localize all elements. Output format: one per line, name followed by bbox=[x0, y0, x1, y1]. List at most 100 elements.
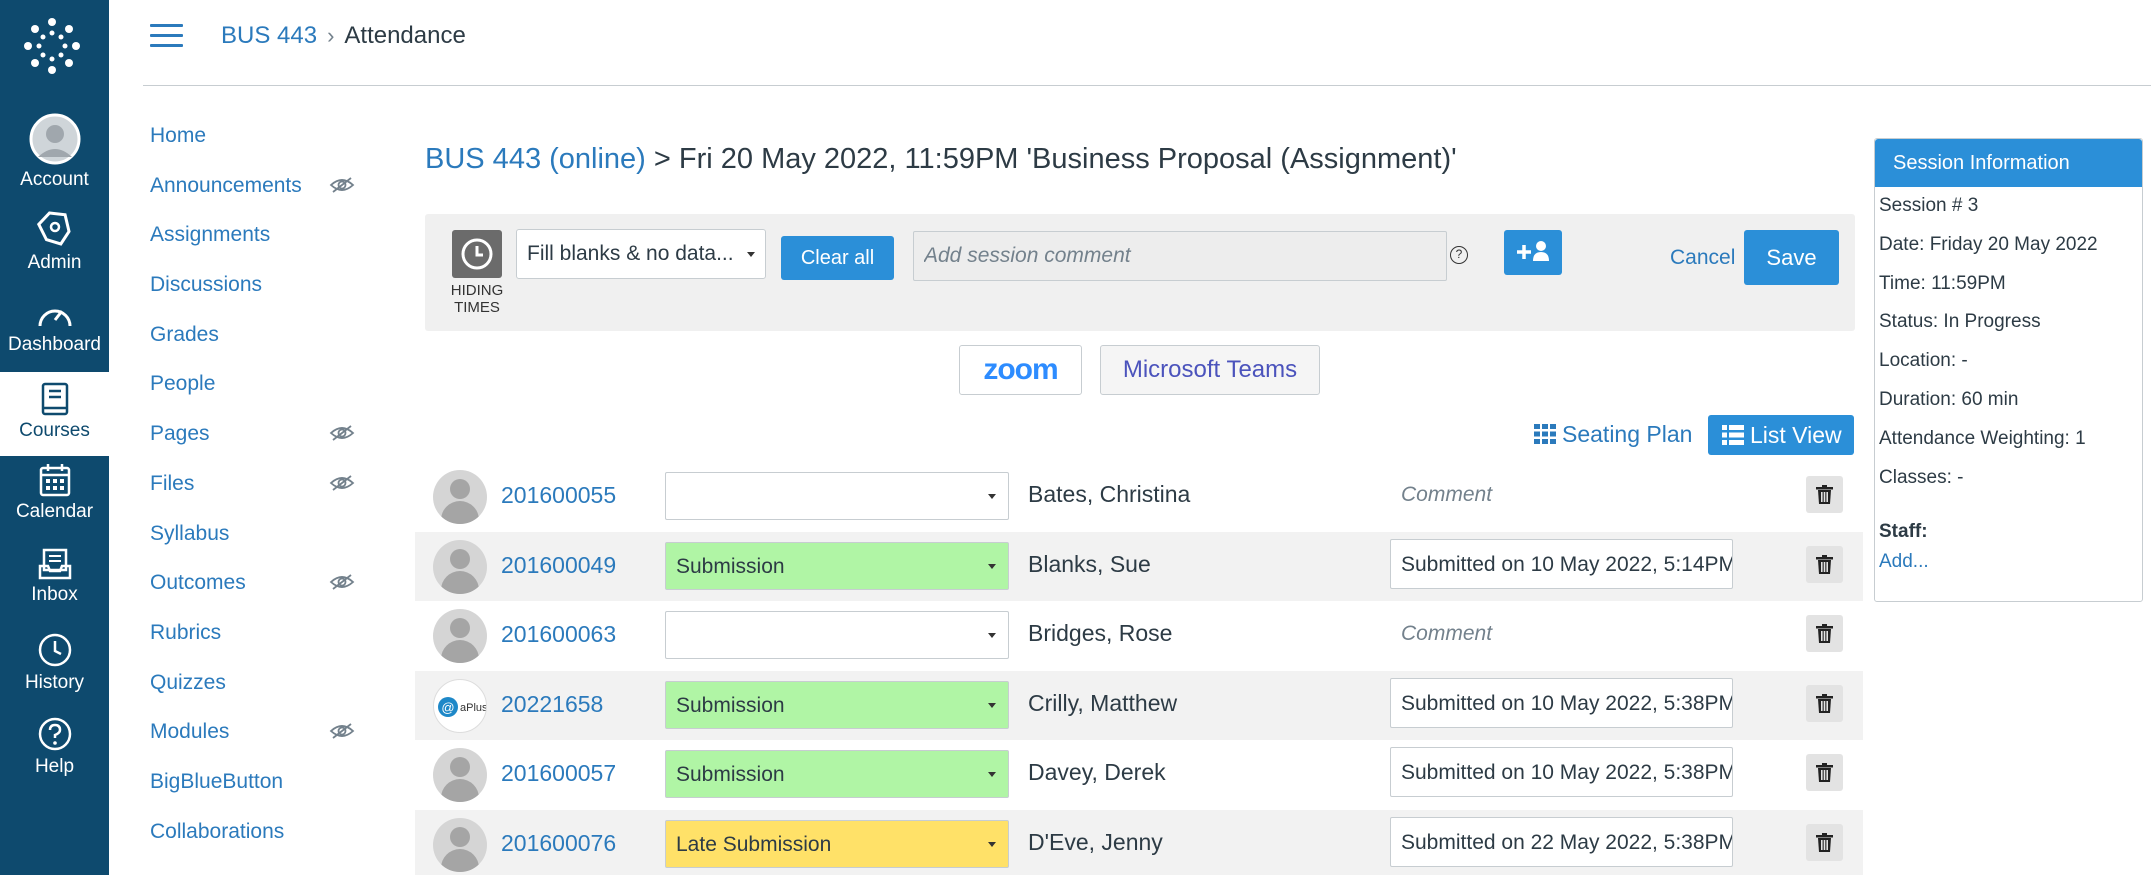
global-nav-history[interactable]: History bbox=[0, 632, 109, 702]
course-nav-item-collaborations[interactable]: Collaborations bbox=[150, 820, 355, 870]
comment-input[interactable]: Submitted on 10 May 2022, 5:38PM bbox=[1390, 747, 1733, 797]
fill-blanks-select[interactable]: Fill blanks & no data... bbox=[516, 229, 766, 279]
global-nav-label: Dashboard bbox=[8, 334, 101, 355]
student-row: 201600055 Bates, Christina Comment bbox=[415, 462, 1863, 532]
attendance-status-select[interactable]: Submission bbox=[665, 541, 1009, 590]
course-nav-item-discussions[interactable]: Discussions bbox=[150, 273, 355, 323]
comment-input[interactable]: Submitted on 22 May 2022, 5:38PM bbox=[1390, 816, 1733, 867]
student-name: Davey, Derek bbox=[1028, 759, 1166, 785]
course-nav-item-grades[interactable]: Grades bbox=[150, 323, 355, 373]
course-nav-item-assignments[interactable]: Assignments bbox=[150, 223, 355, 273]
breadcrumb-course-link[interactable]: BUS 443 bbox=[221, 22, 317, 49]
comment-input[interactable]: Submitted on 10 May 2022, 5:38PM bbox=[1390, 677, 1733, 728]
attendance-status-select[interactable]: Submission bbox=[665, 680, 1009, 729]
hidden-eye-icon bbox=[329, 574, 355, 590]
comment-placeholder[interactable]: Comment bbox=[1401, 622, 1492, 646]
chevron-down-icon bbox=[988, 702, 996, 708]
course-nav-item-modules[interactable]: Modules bbox=[150, 720, 355, 770]
global-nav-label: Courses bbox=[19, 420, 90, 441]
course-nav-item-bigbluebutton[interactable]: BigBlueButton bbox=[150, 770, 355, 820]
add-student-button[interactable] bbox=[1504, 230, 1562, 275]
student-name: Bridges, Rose bbox=[1028, 620, 1173, 646]
chevron-down-icon bbox=[988, 633, 996, 638]
hidden-eye-icon bbox=[329, 475, 355, 491]
student-id-link[interactable]: 201600057 bbox=[501, 760, 616, 787]
attendance-status-select[interactable] bbox=[665, 611, 1009, 659]
course-nav-item-pages[interactable]: Pages bbox=[150, 422, 355, 472]
calendar-icon bbox=[39, 464, 70, 497]
fill-blanks-value: Fill blanks & no data... bbox=[527, 242, 734, 265]
session-comment-input[interactable] bbox=[913, 231, 1447, 281]
global-nav-label: Inbox bbox=[31, 584, 78, 605]
course-nav-item-quizzes[interactable]: Quizzes bbox=[150, 671, 355, 721]
attendance-toolbar: HIDING TIMES Fill blanks & no data... Cl… bbox=[425, 214, 1855, 331]
hidden-eye-icon bbox=[329, 176, 355, 193]
zoom-button[interactable]: zoom bbox=[959, 345, 1082, 395]
course-nav-label: Rubrics bbox=[150, 620, 222, 644]
student-id-link[interactable]: 20221658 bbox=[501, 691, 603, 718]
save-button[interactable]: Save bbox=[1744, 230, 1839, 285]
cancel-button[interactable]: Cancel bbox=[1670, 246, 1735, 270]
course-nav-item-people[interactable]: People bbox=[150, 372, 355, 422]
help-question-icon[interactable]: ? bbox=[1450, 246, 1468, 264]
student-id-link[interactable]: 201600063 bbox=[501, 621, 616, 648]
course-nav-item-syllabus[interactable]: Syllabus bbox=[150, 522, 355, 572]
course-nav-item-rubrics[interactable]: Rubrics bbox=[150, 621, 355, 671]
course-nav-item-files[interactable]: Files bbox=[150, 472, 355, 522]
attendance-status-value: Late Submission bbox=[676, 832, 832, 856]
course-nav-item-home[interactable]: Home bbox=[150, 124, 355, 174]
global-nav-label: History bbox=[24, 672, 85, 693]
remove-student-button[interactable] bbox=[1806, 684, 1843, 722]
chevron-down-icon bbox=[747, 252, 755, 257]
trash-icon bbox=[1816, 832, 1833, 852]
attendance-status-select[interactable] bbox=[665, 472, 1009, 520]
trash-icon bbox=[1816, 693, 1833, 713]
course-nav-label: Grades bbox=[150, 322, 219, 346]
global-nav-calendar[interactable]: Calendar bbox=[0, 463, 109, 533]
student-id-link[interactable]: 201600055 bbox=[501, 482, 616, 509]
course-nav-item-announcements[interactable]: Announcements bbox=[150, 174, 355, 224]
attendance-status-select[interactable]: Submission bbox=[665, 750, 1009, 798]
microsoft-teams-button[interactable]: Microsoft Teams bbox=[1100, 345, 1320, 395]
course-nav-label: Discussions bbox=[150, 273, 263, 297]
page-title: BUS 443 (online) > Fri 20 May 2022, 11:5… bbox=[425, 143, 1457, 176]
chevron-down-icon bbox=[988, 772, 996, 777]
attendance-status-select[interactable]: Late Submission bbox=[665, 819, 1009, 868]
comment-placeholder[interactable]: Comment bbox=[1401, 483, 1492, 507]
course-title-link[interactable]: BUS 443 (online) bbox=[425, 143, 646, 175]
student-list: 201600055 Bates, Christina Comment 20160004… bbox=[415, 462, 1863, 875]
remove-student-button[interactable] bbox=[1806, 754, 1843, 791]
hiding-times-toggle[interactable] bbox=[452, 230, 502, 278]
remove-student-button[interactable] bbox=[1806, 615, 1843, 652]
student-avatar bbox=[433, 539, 487, 594]
remove-student-button[interactable] bbox=[1806, 476, 1843, 513]
breadcrumb-current: Attendance bbox=[344, 22, 466, 49]
comment-input[interactable]: Submitted on 10 May 2022, 5:14PM bbox=[1390, 538, 1733, 589]
admin-shield-icon bbox=[36, 211, 71, 246]
student-row: 201600049 Submission Blanks, Sue Submitted … bbox=[415, 531, 1863, 601]
global-nav-inbox[interactable]: Inbox bbox=[0, 548, 109, 618]
global-nav-help[interactable]: Help bbox=[0, 716, 109, 786]
seating-plan-button[interactable]: Seating Plan bbox=[1534, 421, 1692, 448]
session-info-line: Session # 3 bbox=[1879, 195, 1979, 216]
clear-all-button[interactable]: Clear all bbox=[781, 236, 894, 280]
hamburger-menu-icon[interactable] bbox=[150, 24, 183, 48]
global-nav-admin[interactable]: Admin bbox=[0, 210, 109, 280]
session-info-body: Session # 3 Date: Friday 20 May 2022 Time:… bbox=[1875, 187, 2142, 577]
add-staff-link[interactable]: Add... bbox=[1879, 547, 2142, 577]
hidden-eye-icon bbox=[329, 425, 355, 441]
session-info-line: Attendance Weighting: 1 bbox=[1879, 427, 2086, 449]
canvas-logo-icon[interactable] bbox=[22, 16, 82, 76]
staff-label: Staff: bbox=[1879, 521, 1928, 543]
remove-student-button[interactable] bbox=[1806, 823, 1843, 861]
session-info-panel: Session Information Session # 3 Date: Fri… bbox=[1874, 138, 2143, 602]
global-nav-dashboard[interactable]: Dashboard bbox=[0, 300, 109, 366]
global-nav-courses[interactable]: Courses bbox=[0, 372, 109, 456]
student-id-link[interactable]: 201600049 bbox=[501, 552, 616, 579]
svg-text:aPlus+: aPlus+ bbox=[460, 702, 487, 714]
student-id-link[interactable]: 201600076 bbox=[501, 830, 616, 857]
list-view-button[interactable]: List View bbox=[1708, 415, 1854, 455]
course-nav-item-outcomes[interactable]: Outcomes bbox=[150, 571, 355, 621]
remove-student-button[interactable] bbox=[1806, 545, 1843, 583]
global-nav-account[interactable]: Account bbox=[0, 113, 109, 191]
